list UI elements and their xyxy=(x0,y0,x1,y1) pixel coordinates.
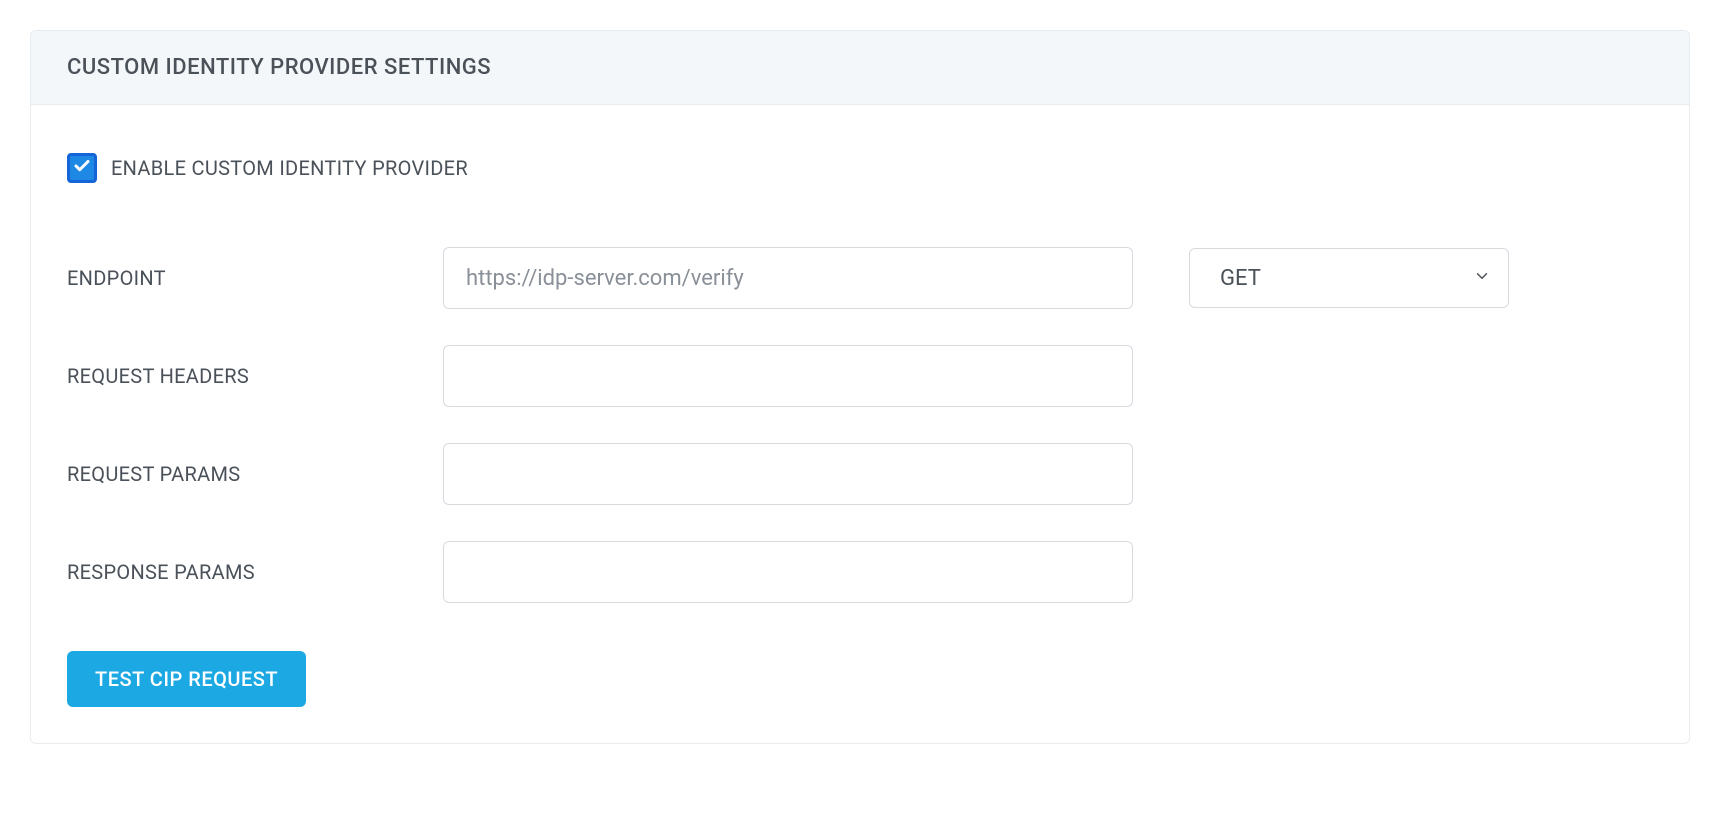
method-select-wrap: GET xyxy=(1189,248,1509,308)
enable-row: ENABLE CUSTOM IDENTITY PROVIDER xyxy=(67,153,1653,183)
panel-header: CUSTOM IDENTITY PROVIDER SETTINGS xyxy=(31,31,1689,105)
response-params-row: RESPONSE PARAMS xyxy=(67,541,1653,603)
request-params-label: REQUEST PARAMS xyxy=(67,462,443,486)
response-params-input[interactable] xyxy=(443,541,1133,603)
method-select[interactable]: GET xyxy=(1189,248,1509,308)
panel-body: ENABLE CUSTOM IDENTITY PROVIDER ENDPOINT… xyxy=(31,105,1689,743)
settings-panel: CUSTOM IDENTITY PROVIDER SETTINGS ENABLE… xyxy=(30,30,1690,744)
request-headers-row: REQUEST HEADERS xyxy=(67,345,1653,407)
check-icon xyxy=(73,157,91,179)
request-params-input[interactable] xyxy=(443,443,1133,505)
endpoint-input[interactable] xyxy=(443,247,1133,309)
request-headers-label: REQUEST HEADERS xyxy=(67,364,443,388)
enable-checkbox[interactable] xyxy=(67,153,97,183)
endpoint-label: ENDPOINT xyxy=(67,266,443,290)
response-params-label: RESPONSE PARAMS xyxy=(67,560,443,584)
panel-title: CUSTOM IDENTITY PROVIDER SETTINGS xyxy=(67,55,1653,80)
enable-label: ENABLE CUSTOM IDENTITY PROVIDER xyxy=(111,156,468,180)
request-headers-input[interactable] xyxy=(443,345,1133,407)
test-cip-button[interactable]: TEST CIP REQUEST xyxy=(67,651,306,707)
endpoint-row: ENDPOINT GET xyxy=(67,247,1653,309)
request-params-row: REQUEST PARAMS xyxy=(67,443,1653,505)
